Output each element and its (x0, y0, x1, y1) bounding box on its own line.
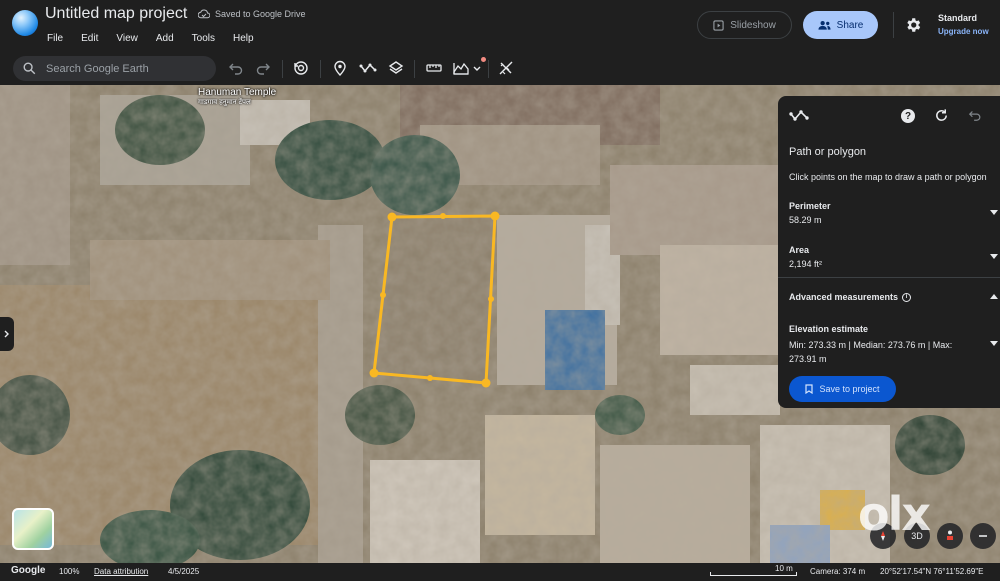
panel-title: Path or polygon (789, 146, 867, 158)
notification-dot (481, 57, 486, 62)
area-label: Area (789, 245, 810, 255)
elevation-profile-icon[interactable] (453, 60, 469, 76)
toolbar-divider (320, 60, 321, 78)
zoom-level: 100% (59, 567, 80, 576)
panel-divider (778, 277, 1000, 278)
place-label[interactable]: Hanuman Temple गाडगाव हनुमान टेंपल (198, 88, 276, 108)
toolbar-divider (488, 60, 489, 78)
area-value: 2,194 ft² (789, 259, 823, 269)
path-icon (789, 110, 809, 121)
polygon-vertex[interactable] (490, 211, 500, 221)
plan-name: Standard (938, 13, 978, 23)
elevation-label: Elevation estimate (789, 324, 869, 334)
ruler-icon[interactable] (426, 60, 442, 76)
search-box[interactable] (13, 56, 216, 81)
advanced-measurements-label: Advanced measurements (789, 292, 899, 302)
placemark-icon[interactable] (332, 60, 348, 76)
save-status-text: Saved to Google Drive (215, 9, 306, 19)
help-icon[interactable]: ? (901, 109, 915, 123)
polygon-midpoint[interactable] (380, 292, 386, 298)
redo-icon[interactable] (255, 60, 271, 76)
expand-sidebar-button[interactable] (0, 317, 14, 351)
data-attribution-link[interactable]: Data attribution (94, 567, 148, 576)
advanced-measurements-toggle[interactable]: Advanced measurements i (789, 292, 912, 302)
header-divider (893, 12, 894, 38)
share-button[interactable]: Share (803, 11, 878, 39)
refresh-icon[interactable] (934, 108, 949, 123)
history-icon[interactable] (293, 60, 309, 76)
google-logo: Google (11, 565, 46, 576)
elevation-unit-dropdown[interactable] (990, 341, 998, 346)
place-label-local: गाडगाव हनुमान टेंपल (198, 99, 251, 106)
people-icon (818, 21, 831, 30)
perimeter-value: 58.29 m (789, 215, 822, 225)
scale-bar (710, 572, 797, 576)
menu-add[interactable]: Add (156, 33, 174, 44)
search-input[interactable] (46, 62, 196, 75)
toolbar (0, 53, 1000, 85)
perimeter-label: Perimeter (789, 201, 831, 211)
polygon-vertex[interactable] (387, 212, 397, 222)
menu-tools[interactable]: Tools (192, 33, 215, 44)
coordinates: 20°52'17.54"N 76°11'52.69"E (880, 567, 984, 576)
perimeter-unit-dropdown[interactable] (990, 210, 998, 215)
camera-altitude: Camera: 374 m (810, 567, 866, 576)
slideshow-icon (713, 19, 724, 31)
measure-panel: ? Path or polygon Click points on the ma… (778, 96, 1000, 408)
cloud-done-icon (198, 9, 210, 19)
save-to-project-button[interactable]: Save to project (789, 376, 896, 402)
status-bar: Google 100% Data attribution 4/5/2025 10… (0, 563, 1000, 581)
polygon-vertex[interactable] (481, 378, 491, 388)
undo-icon[interactable] (228, 60, 244, 76)
layers-icon[interactable] (388, 60, 404, 76)
place-label-name: Hanuman Temple (198, 87, 277, 98)
slideshow-label: Slideshow (730, 19, 776, 31)
pegman-icon[interactable] (937, 523, 963, 549)
polygon-vertex[interactable] (369, 368, 379, 378)
info-icon[interactable]: i (902, 292, 912, 302)
app-header: Untitled map project Saved to Google Dri… (0, 0, 1000, 53)
path-icon[interactable] (359, 60, 377, 76)
area-unit-dropdown[interactable] (990, 254, 998, 259)
zoom-out-button[interactable] (970, 523, 996, 549)
menu-view[interactable]: View (116, 33, 138, 44)
gear-icon[interactable] (904, 16, 922, 34)
collapse-advanced-button[interactable] (990, 294, 998, 299)
olx-watermark: olx (858, 487, 931, 541)
polygon-midpoint[interactable] (427, 375, 433, 381)
project-title[interactable]: Untitled map project (45, 5, 187, 23)
save-status: Saved to Google Drive (198, 9, 306, 19)
menu-file[interactable]: File (47, 33, 63, 44)
elevation-value: Min: 273.33 m | Median: 273.76 m | Max: … (789, 340, 953, 364)
panel-hint: Click points on the map to draw a path o… (789, 172, 987, 182)
slideshow-button[interactable]: Slideshow (697, 11, 792, 39)
undo-icon[interactable] (968, 108, 982, 122)
search-icon (23, 62, 36, 75)
measure-icon[interactable] (498, 60, 514, 76)
polygon-midpoint[interactable] (440, 213, 446, 219)
polygon-midpoint[interactable] (488, 296, 494, 302)
menu-bar: File Edit View Add Tools Help (47, 33, 272, 44)
watermark-text: olx (858, 487, 931, 541)
map-style-thumbnail[interactable] (12, 508, 54, 550)
google-earth-logo[interactable] (12, 10, 38, 36)
share-label: Share (836, 19, 864, 31)
chevron-right-icon (4, 330, 9, 338)
bookmark-icon (805, 384, 814, 394)
menu-edit[interactable]: Edit (81, 33, 98, 44)
menu-help[interactable]: Help (233, 33, 254, 44)
upgrade-link[interactable]: Upgrade now (938, 27, 989, 36)
toolbar-divider (282, 60, 283, 78)
imagery-date: 4/5/2025 (168, 567, 200, 576)
save-to-project-label: Save to project (819, 384, 880, 394)
toolbar-divider (414, 60, 415, 78)
chevron-down-icon[interactable] (473, 66, 481, 72)
